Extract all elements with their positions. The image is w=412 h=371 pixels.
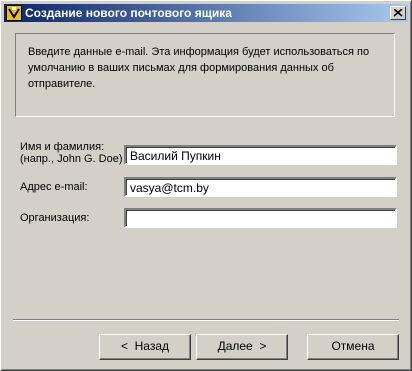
dialog-window: Создание нового почтового ящика Введите … bbox=[0, 0, 412, 371]
close-icon bbox=[394, 9, 403, 17]
email-field[interactable]: vasya@tcm.by bbox=[124, 177, 397, 197]
mailbox-wizard-icon bbox=[6, 5, 22, 21]
name-label: Имя и фамилия: (напр., John G. Doe) bbox=[20, 141, 123, 165]
name-field[interactable]: Василий Пупкин bbox=[124, 145, 397, 165]
organization-field[interactable] bbox=[124, 208, 397, 228]
next-arrow: > bbox=[259, 339, 267, 353]
next-button-label: Далее bbox=[217, 339, 253, 353]
cancel-button-label: Отмена bbox=[331, 339, 375, 353]
email-label: Адрес e-mail: bbox=[20, 181, 88, 193]
back-button-label: Назад bbox=[134, 339, 170, 353]
title-bar[interactable]: Создание нового почтового ящика bbox=[4, 4, 408, 22]
info-panel: Введите данные e-mail. Эта информация бу… bbox=[15, 33, 395, 117]
name-label-line1: Имя и фамилия: bbox=[20, 141, 105, 153]
back-arrow: < bbox=[120, 339, 128, 353]
cancel-button[interactable]: Отмена bbox=[307, 334, 399, 360]
organization-label: Организация: bbox=[20, 212, 90, 224]
next-button[interactable]: Далее > bbox=[196, 334, 288, 360]
window-title: Создание нового почтового ящика bbox=[25, 6, 232, 20]
button-separator bbox=[13, 319, 399, 321]
close-button[interactable] bbox=[390, 6, 406, 20]
back-button[interactable]: < Назад bbox=[99, 334, 191, 360]
name-label-line2: (напр., John G. Doe) bbox=[20, 153, 123, 165]
info-text: Введите данные e-mail. Эта информация бу… bbox=[28, 46, 370, 90]
